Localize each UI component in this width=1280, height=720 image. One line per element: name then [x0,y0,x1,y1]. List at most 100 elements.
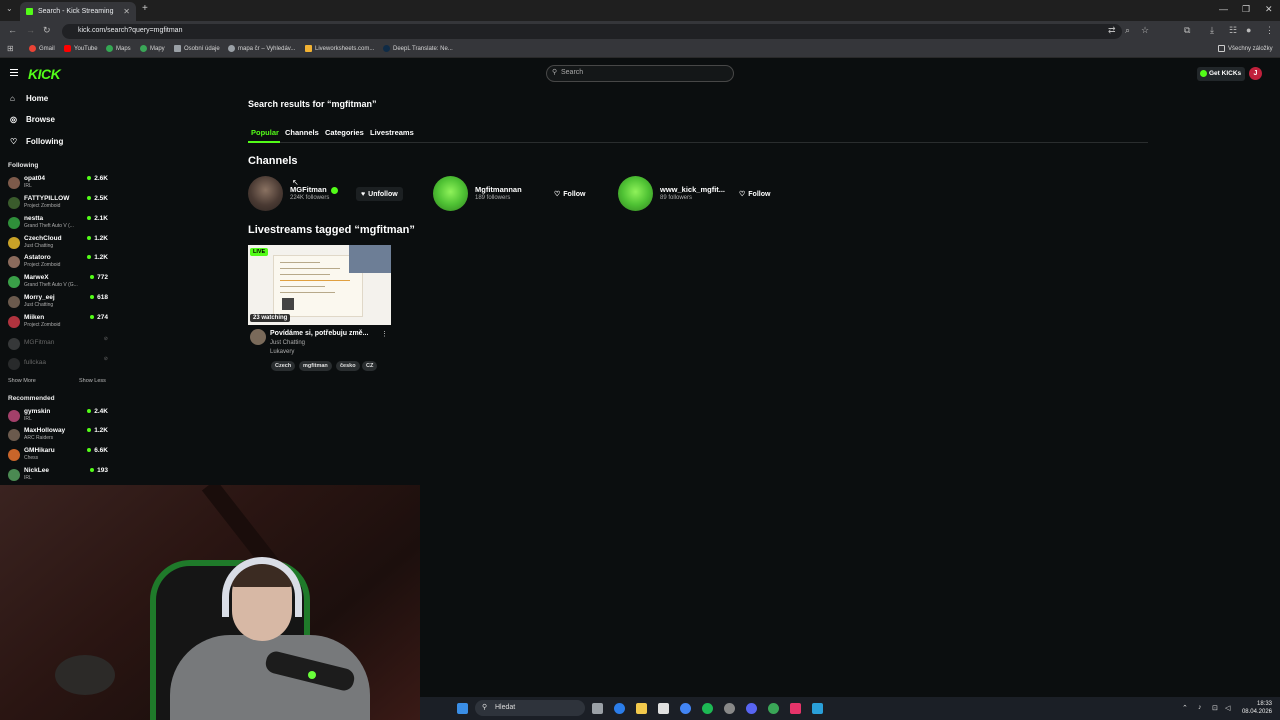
menu-icon[interactable]: ⋮ [1265,25,1274,36]
tab-livestreams[interactable]: Livestreams [370,128,414,137]
extensions-icon[interactable]: ⧉ [1184,25,1190,36]
sidebar-item-following[interactable]: ♡ Following [10,137,63,146]
search-icon: ⚲ [552,69,558,76]
copilot-icon[interactable] [614,703,625,714]
more-options-icon[interactable]: ⋮ [381,330,388,338]
minimize-icon[interactable]: — [1219,4,1228,14]
tab-channels[interactable]: Channels [285,128,319,137]
browser-tab-active[interactable]: Search - Kick Streaming ✕ [20,2,136,21]
sidebar-channel[interactable]: opat04 IRL 2.6K [8,175,108,193]
heart-icon: ♡ [10,137,18,146]
show-less-link[interactable]: Show Less [79,378,106,384]
stream-username[interactable]: Lukavery [270,349,294,355]
google-icon [228,45,235,52]
address-bar[interactable]: kick.com/search?query=mgfitman [62,24,1122,39]
translate-icon[interactable]: ⇄ [1108,25,1116,36]
sidebar-channel[interactable]: gymskin IRL 2.4K [8,408,108,426]
sidebar-channel[interactable]: Morry_eej Just Chatting 618 [8,294,108,312]
apps-grid-icon[interactable]: ⊞ [7,44,14,53]
app-icon[interactable] [768,703,779,714]
kick-logo[interactable]: KICK [28,66,61,82]
back-icon[interactable]: ← [8,25,17,35]
tray-chevron-icon[interactable]: ⌃ [1182,704,1188,712]
follow-button[interactable]: ♡ Follow [734,187,775,201]
channel-result[interactable]: MGFitman 224K followers ♥ Unfollow [248,176,408,212]
spotify-icon[interactable] [702,703,713,714]
sidebar-channel[interactable]: nestta Grand Theft Auto V (... 2.1K [8,215,108,233]
channel-result[interactable]: www_kick_mgfit... 89 followers ♡ Follow [618,176,778,212]
stream-tag[interactable]: česko [336,361,360,371]
bookmark-deepl[interactable]: DeepL Translate: Ne... [383,45,453,52]
sidebar-channel[interactable]: FATTYPILLOW Project Zomboid 2.5K [8,195,108,213]
reload-icon[interactable]: ↻ [43,25,51,36]
network-icon[interactable]: ⊡ [1212,704,1218,712]
sidebar-channel[interactable]: NickLee IRL 193 [8,467,108,485]
sidebar-channel[interactable]: MaxHolloway ARC Raiders 1.2K [8,427,108,445]
close-window-icon[interactable]: ✕ [1265,4,1273,15]
follow-button[interactable]: ♡ Follow [549,187,590,201]
search-icon: ⚲ [482,704,488,711]
close-tab-icon[interactable]: ✕ [123,7,130,16]
zoom-icon[interactable]: ⌕ [1125,25,1130,36]
bookmark-liveworksheets[interactable]: Liveworksheets.com... [305,45,374,52]
unfollow-button[interactable]: ♥ Unfollow [356,187,403,201]
stream-tag[interactable]: mgfitman [299,361,332,371]
store-icon[interactable] [658,703,669,714]
hamburger-menu-icon[interactable] [10,69,18,76]
sidebar-channel-offline[interactable]: MGFitman ⊘ [8,336,108,354]
microphone-tray-icon[interactable]: ♪ [1198,704,1202,711]
avatar [8,449,20,461]
sidebar-channel-offline[interactable]: fullckaa ⊘ [8,356,108,374]
app-icon[interactable] [724,703,735,714]
page-title: Search results for “mgfitman” [248,99,377,109]
sidebar-channel[interactable]: Astatoro Project Zomboid 1.2K [8,254,108,272]
bookmark-all[interactable]: Všechny záložky [1218,45,1273,52]
forward-icon[interactable]: → [26,25,35,35]
bookmark-gmail[interactable]: Gmail [29,45,55,52]
avatar[interactable] [250,329,266,345]
sidebar-item-home[interactable]: ⌂ Home [10,94,48,103]
bookmark-mapa-cr[interactable]: mapa čr – Vyhledáv... [228,45,295,52]
recommended-section-label: Recommended [8,395,55,402]
profile-icon[interactable]: ● [1246,25,1251,35]
stream-title[interactable]: Povídáme si, potřebuju změ... [270,330,368,337]
sidebar-channel[interactable]: GMHikaru Chess 6.6K [8,447,108,465]
volume-icon[interactable]: ◁ [1225,704,1230,712]
file-explorer-icon[interactable] [636,703,647,714]
windows-start-icon[interactable] [457,703,468,714]
download-icon[interactable]: ⤓ [1210,25,1214,36]
bookmark-osobni-udaje[interactable]: Osobní údaje [174,45,220,52]
tab-popular[interactable]: Popular [251,128,279,137]
sidebar-item-browse[interactable]: ◎ Browse [10,115,55,124]
sidebar-icon[interactable]: ☷ [1229,25,1237,36]
tab-list-icon[interactable]: ⌄ [6,4,13,13]
stream-tag[interactable]: CZ [362,361,378,371]
bookmark-star-icon[interactable]: ☆ [1141,25,1149,36]
avatar [8,469,20,481]
search-placeholder: Search [561,69,584,76]
bookmark-youtube[interactable]: YouTube [64,45,98,52]
sidebar-channel[interactable]: CzechCloud Just Chatting 1.2K [8,235,108,253]
stream-thumbnail[interactable] [248,245,391,325]
new-tab-icon[interactable]: + [142,3,148,14]
sidebar-channel[interactable]: Miiken Project Zomboid 274 [8,314,108,332]
show-more-link[interactable]: Show More [8,378,36,384]
search-input[interactable]: ⚲ Search [546,65,734,82]
maximize-icon[interactable]: ❐ [1242,4,1250,15]
bookmark-maps[interactable]: Maps [106,45,131,52]
tiktok-icon[interactable] [790,703,801,714]
get-kicks-button[interactable]: Get KICKs [1197,67,1245,81]
stream-category[interactable]: Just Chatting [270,340,305,346]
bookmark-mapy[interactable]: Mapy [140,45,165,52]
discord-icon[interactable] [746,703,757,714]
telegram-icon[interactable] [812,703,823,714]
taskbar-clock[interactable]: 18:33 08.04.2026 [1238,700,1272,716]
taskbar-search[interactable]: ⚲ Hledat [475,700,585,716]
task-view-icon[interactable] [592,703,603,714]
tab-categories[interactable]: Categories [325,128,364,137]
stream-tag[interactable]: Czech [271,361,296,371]
channel-result[interactable]: Mgfitmannan 189 followers ♡ Follow [433,176,593,212]
chrome-icon[interactable] [680,703,691,714]
sidebar-channel[interactable]: MarweX Grand Theft Auto V (G... 772 [8,274,108,292]
user-avatar[interactable]: J [1249,67,1262,80]
